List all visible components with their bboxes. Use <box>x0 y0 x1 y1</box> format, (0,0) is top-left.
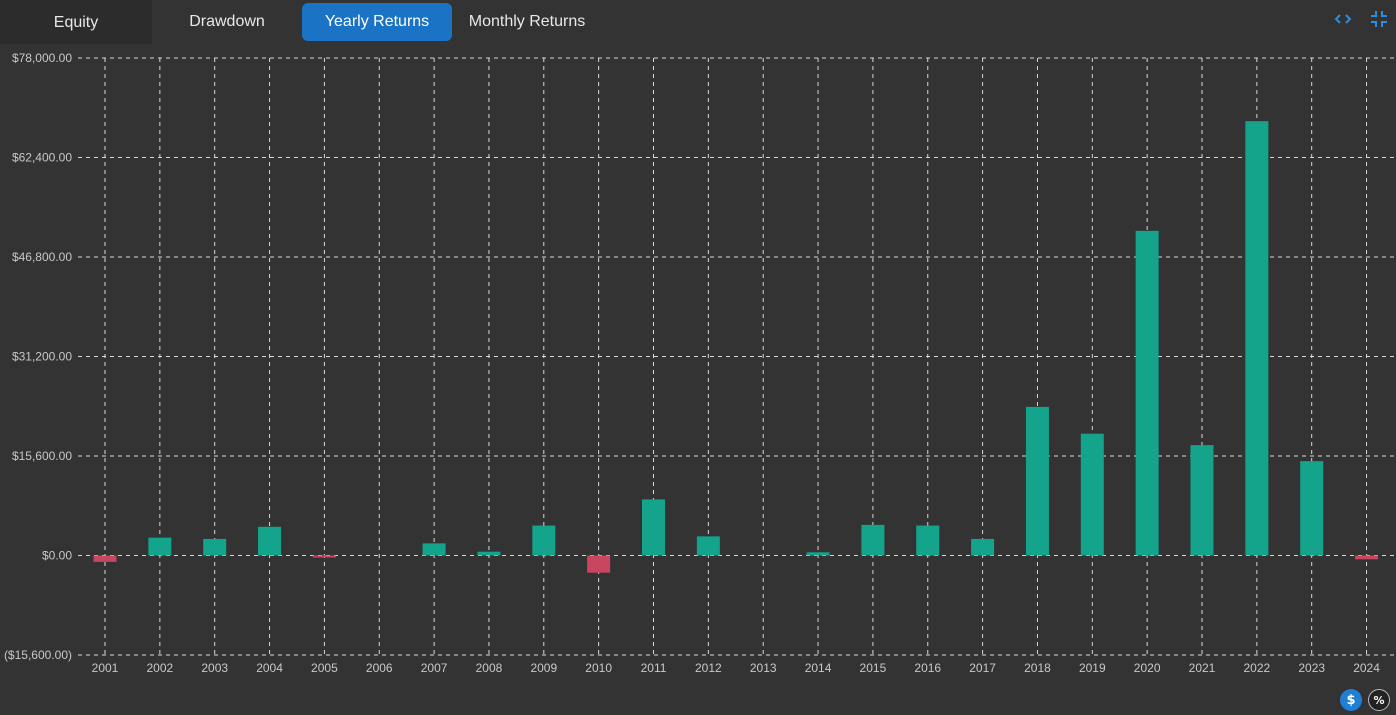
yearly-returns-chart: $78,000.00 $62,400.00 $46,800.00 $31,200.00… <box>4 51 1396 675</box>
bar-2011 <box>642 499 665 556</box>
x-tick-label: 2012 <box>695 661 722 675</box>
y-tick-label: $15,600.00 <box>12 449 72 463</box>
y-tick-label: $62,400.00 <box>12 151 72 165</box>
x-tick-label: 2007 <box>421 661 448 675</box>
x-tick-label: 2001 <box>92 661 119 675</box>
x-tick-label: 2013 <box>750 661 777 675</box>
bar-2015 <box>861 524 885 556</box>
x-tick-label: 2020 <box>1134 661 1161 675</box>
bar-2001 <box>93 555 117 562</box>
bar-2024 <box>1355 555 1379 560</box>
x-tick-label: 2011 <box>641 661 667 675</box>
y-tick-label: $31,200.00 <box>12 350 72 364</box>
bar-2018 <box>1025 406 1049 556</box>
bar-2009 <box>532 525 556 556</box>
bar-2005 <box>312 555 336 558</box>
x-tick-label: 2015 <box>860 661 887 675</box>
y-tick-label: $78,000.00 <box>12 51 72 65</box>
bar-2016 <box>916 525 940 556</box>
bar-2019 <box>1080 433 1104 556</box>
bar-2002 <box>148 537 172 556</box>
bar-2004 <box>258 526 282 556</box>
x-tick-label: 2019 <box>1079 661 1106 675</box>
x-tick-label: 2024 <box>1353 661 1380 675</box>
bar-2012 <box>696 536 720 556</box>
view-toggle-group: $ % <box>1340 689 1390 711</box>
y-tick-label: $0.00 <box>42 549 72 563</box>
x-tick-label: 2010 <box>585 661 612 675</box>
percent-toggle-button[interactable]: % <box>1368 689 1390 711</box>
x-tick-label: 2005 <box>311 661 338 675</box>
bar-2014 <box>806 552 830 556</box>
bar-2008 <box>477 551 501 556</box>
bar-2017 <box>971 538 995 556</box>
y-tick-label: ($15,600.00) <box>4 648 72 662</box>
dollar-toggle-button[interactable]: $ <box>1340 689 1362 711</box>
x-tick-label: 2018 <box>1024 661 1051 675</box>
x-tick-label: 2022 <box>1243 661 1270 675</box>
bar-2010 <box>587 555 611 573</box>
bar-2022 <box>1245 121 1269 556</box>
bar-2021 <box>1190 445 1214 556</box>
bar-2023 <box>1300 461 1324 556</box>
bar-2020 <box>1135 230 1159 556</box>
bar-2003 <box>203 538 227 556</box>
y-tick-label: $46,800.00 <box>12 250 72 264</box>
x-tick-label: 2016 <box>914 661 941 675</box>
bar-2007 <box>422 543 446 556</box>
x-tick-label: 2021 <box>1189 661 1216 675</box>
x-tick-label: 2009 <box>530 661 557 675</box>
x-tick-label: 2004 <box>256 661 283 675</box>
x-tick-label: 2008 <box>476 661 503 675</box>
x-tick-label: 2023 <box>1298 661 1325 675</box>
x-tick-label: 2014 <box>805 661 832 675</box>
x-tick-label: 2017 <box>969 661 996 675</box>
x-tick-label: 2003 <box>201 661 228 675</box>
x-tick-label: 2006 <box>366 661 393 675</box>
x-tick-label: 2002 <box>146 661 173 675</box>
